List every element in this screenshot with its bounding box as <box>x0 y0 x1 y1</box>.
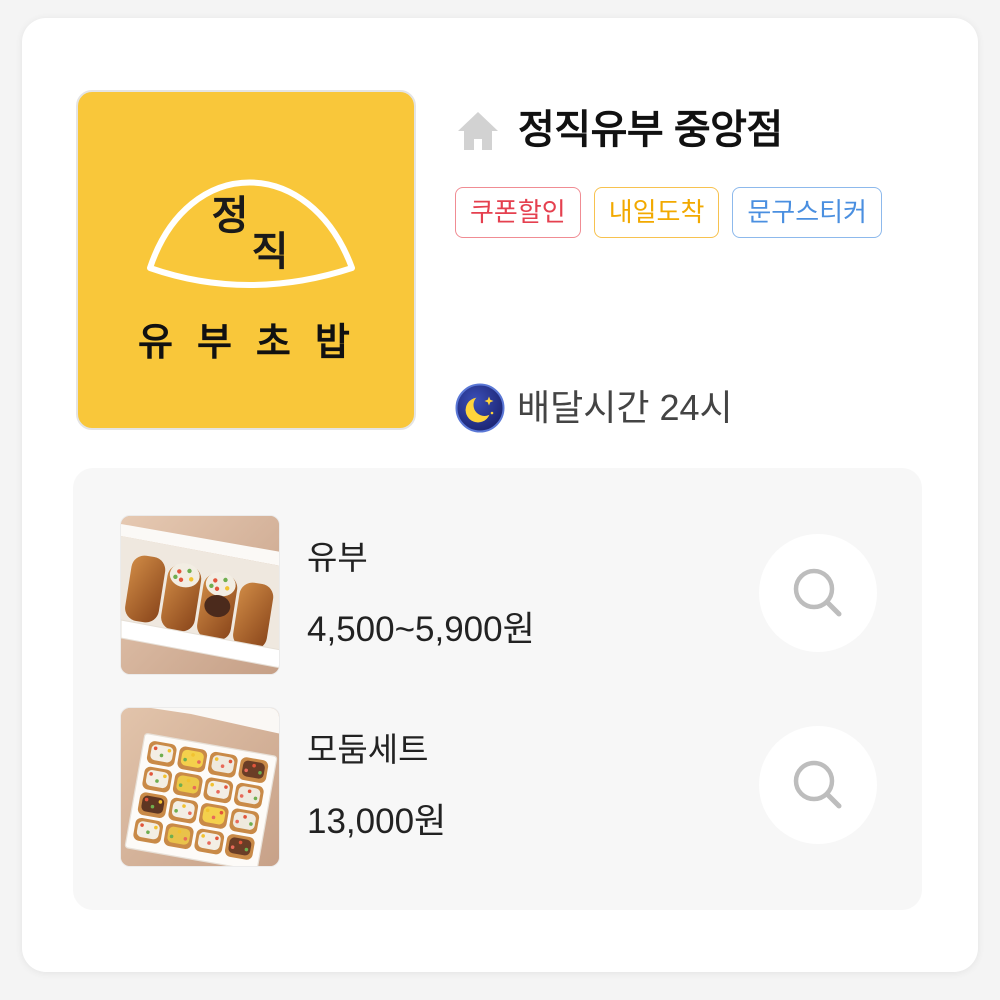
lens-handle <box>824 599 842 617</box>
menu-item[interactable]: 모둠세트 13,000원 <box>73 707 922 868</box>
search-button[interactable] <box>759 726 877 844</box>
search-button[interactable] <box>759 534 877 652</box>
menu-item[interactable]: 유부 4,500~5,900원 <box>73 515 922 676</box>
home-icon <box>458 112 498 150</box>
delivery-hours: 배달시간 24시 <box>517 387 733 428</box>
logo-wordmark: 유부초밥 <box>138 319 374 364</box>
search-icon <box>793 568 842 617</box>
menu-item-image <box>120 707 280 867</box>
home-shape <box>458 112 498 150</box>
store-name: 정직유부 중앙점 <box>518 108 783 152</box>
store-logo: 정 직 유부초밥 <box>76 90 416 430</box>
logo-mark-char: 직 <box>251 228 289 275</box>
tag-message-sticker: 문구스티커 <box>732 187 882 238</box>
tag-next-day-delivery: 내일도착 <box>593 187 720 238</box>
store-card: 정 직 유부초밥 정직유부 중앙점 쿠폰할인 내일도착 문구스티커 배달시간 2… <box>22 18 978 972</box>
food-photo <box>121 708 279 866</box>
menu-list: 유부 4,500~5,900원 모둠세트 13,000원 <box>73 468 922 910</box>
star-dot <box>490 411 494 415</box>
search-icon <box>793 760 842 809</box>
menu-item-price: 13,000원 <box>307 802 447 841</box>
store-tags: 쿠폰할인 내일도착 문구스티커 <box>455 187 882 238</box>
box-tray <box>124 733 278 866</box>
tag-coupon-discount: 쿠폰할인 <box>455 187 581 238</box>
menu-item-image <box>120 515 280 675</box>
menu-item-price: 4,500~5,900원 <box>307 610 535 649</box>
lens-handle <box>824 791 842 809</box>
moon-icon <box>455 383 505 433</box>
menu-item-name: 유부 <box>307 539 368 576</box>
food-photo <box>121 516 279 674</box>
menu-item-name: 모둠세트 <box>307 731 429 768</box>
